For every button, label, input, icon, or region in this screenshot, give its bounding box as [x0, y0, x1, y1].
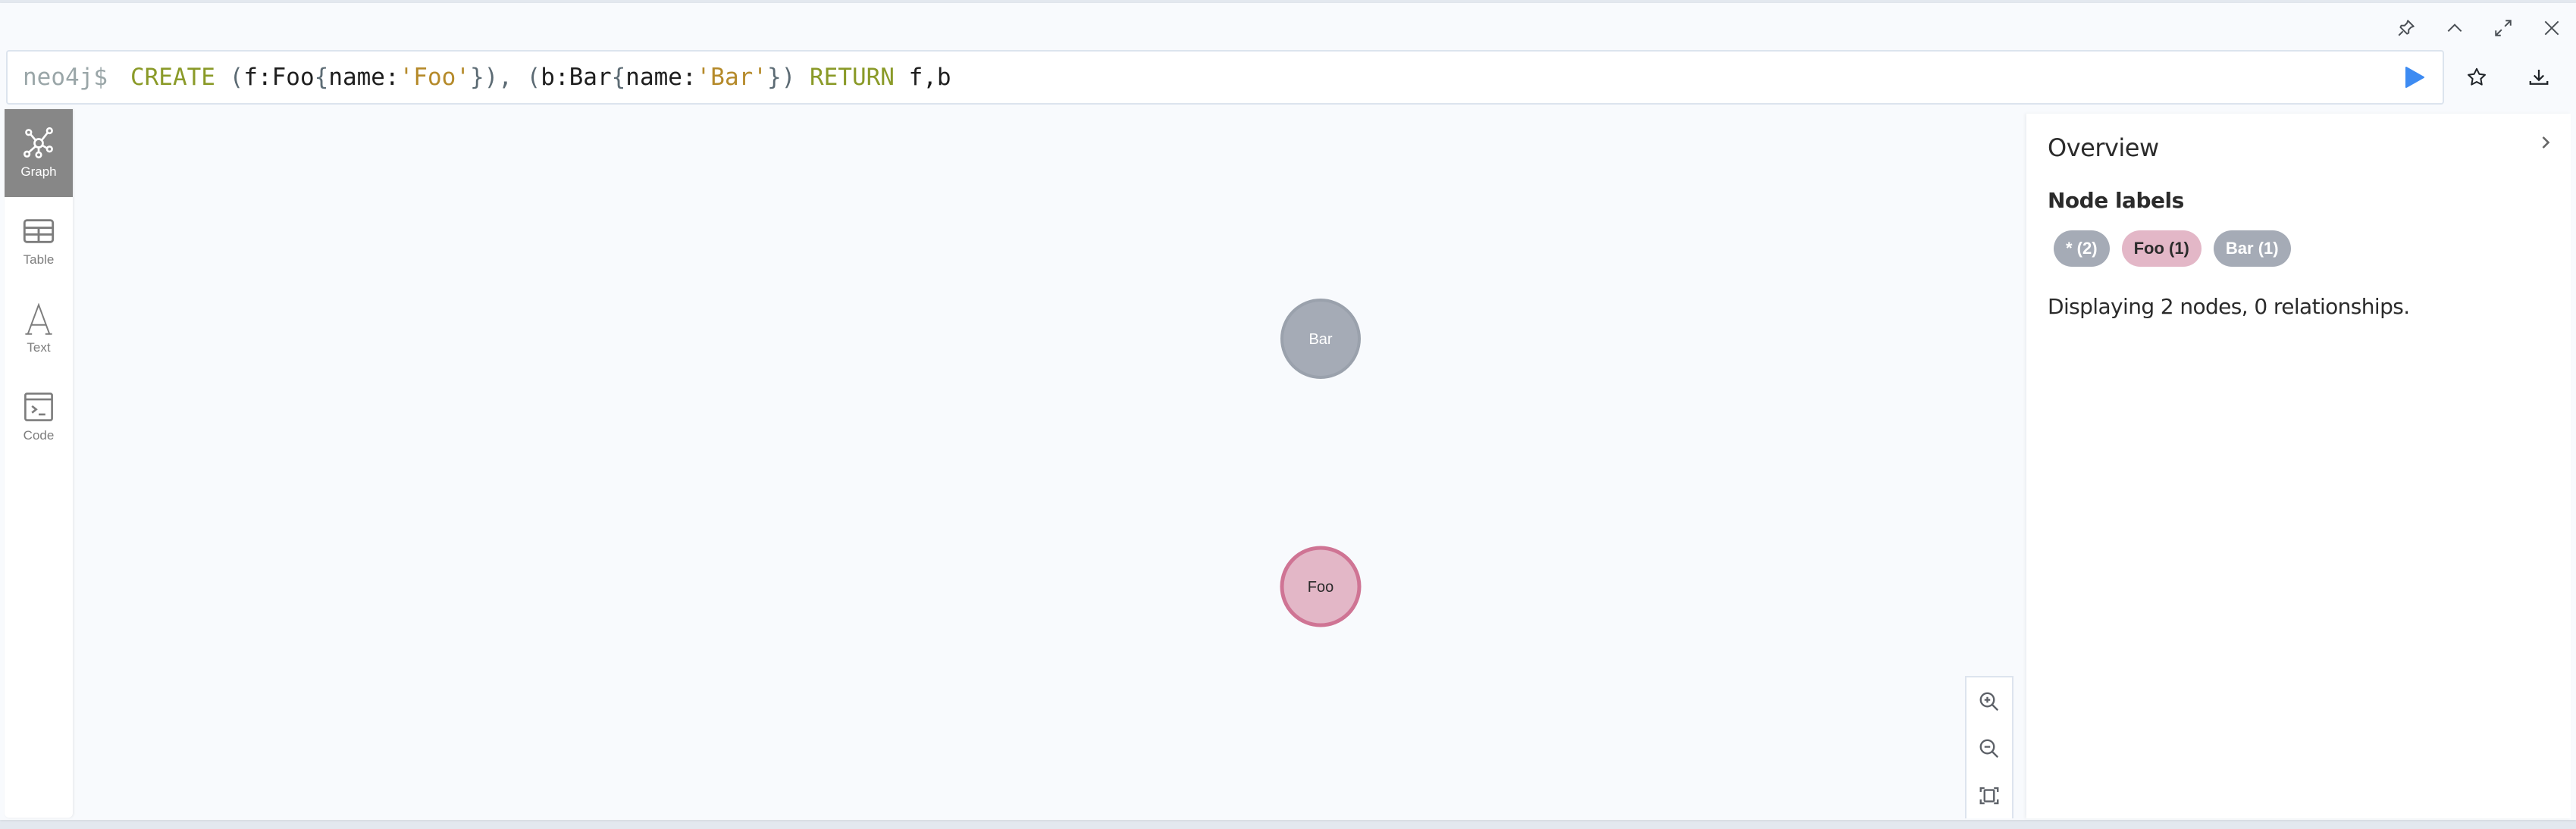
query-token: [215, 64, 230, 91]
node-label-pills: * (2) Foo (1) Bar (1): [2054, 230, 2291, 267]
close-button[interactable]: [2540, 16, 2564, 40]
query-token: f:Foo: [243, 64, 315, 91]
query-token: ,: [498, 64, 527, 91]
run-query-button[interactable]: [2400, 64, 2427, 91]
fit-screen-icon: [1979, 787, 1999, 805]
label-pill-bar[interactable]: Bar (1): [2213, 230, 2291, 267]
query-token: b:Bar: [541, 64, 612, 91]
graph-node-bar[interactable]: Bar: [1280, 299, 1361, 379]
query-token: f,b: [894, 64, 951, 91]
query-token: CREATE: [130, 64, 215, 91]
graph-icon: [23, 127, 53, 159]
graph-canvas[interactable]: Bar Foo: [73, 109, 2026, 821]
zoom-controls: [1965, 676, 2013, 818]
overview-title: Overview: [2048, 133, 2159, 162]
chevron-right-icon: [2542, 136, 2550, 149]
play-icon: [2405, 67, 2424, 88]
tab-code-label: Code: [23, 428, 55, 443]
collapse-panel-button[interactable]: [2534, 129, 2557, 156]
code-icon: [24, 393, 53, 421]
node-labels-heading: Node labels: [2048, 188, 2184, 213]
zoom-in-icon: [1979, 692, 1999, 712]
query-token: name:: [328, 64, 400, 91]
zoom-in-button[interactable]: [1966, 679, 2012, 724]
result-frame: neo4j$ CREATE (f:Foo{name:'Foo'}), (b:Ba…: [0, 3, 2576, 820]
tab-table[interactable]: Table: [5, 197, 73, 285]
expand-icon: [2495, 20, 2512, 36]
query-token: 'Bar': [696, 64, 767, 91]
query-token: }): [469, 64, 499, 91]
label-pill-all[interactable]: * (2): [2054, 230, 2110, 267]
pin-icon: [2398, 20, 2415, 36]
fit-to-screen-button[interactable]: [1966, 773, 2012, 818]
query-token: (: [229, 64, 244, 91]
node-label-bar: Bar: [1308, 331, 1332, 348]
query-token: 'Foo': [399, 64, 470, 91]
pin-button[interactable]: [2394, 16, 2418, 40]
tab-graph[interactable]: Graph: [5, 109, 73, 197]
text-icon: [25, 302, 52, 335]
tab-table-label: Table: [23, 252, 55, 267]
tab-code[interactable]: Code: [5, 373, 73, 461]
query-token: name:: [625, 64, 697, 91]
close-icon: [2544, 20, 2559, 36]
node-label-foo: Foo: [1308, 579, 1333, 596]
query-token: (: [526, 64, 541, 91]
star-icon: [2468, 67, 2486, 86]
tab-graph-label: Graph: [20, 164, 57, 179]
query-token: {: [314, 64, 329, 91]
query-token: {: [611, 64, 626, 91]
result-summary: Displaying 2 nodes, 0 relationships.: [2048, 294, 2410, 319]
favorite-button[interactable]: [2462, 62, 2492, 92]
label-pill-foo[interactable]: Foo (1): [2121, 230, 2202, 267]
graph-node-foo[interactable]: Foo: [1280, 546, 1362, 627]
chevron-up-icon: [2447, 23, 2462, 33]
tab-text-label: Text: [27, 340, 51, 355]
view-sidebar: Graph Table Text Code: [5, 109, 73, 818]
download-button[interactable]: [2524, 62, 2554, 92]
zoom-out-icon: [1979, 739, 1999, 759]
query-token: [795, 64, 810, 91]
query-editor[interactable]: neo4j$ CREATE (f:Foo{name:'Foo'}), (b:Ba…: [6, 50, 2444, 105]
query-token: RETURN: [809, 64, 895, 91]
collapse-button[interactable]: [2443, 16, 2467, 40]
zoom-out-button[interactable]: [1966, 726, 2012, 771]
table-icon: [23, 219, 55, 243]
editor-prompt: neo4j$: [23, 64, 108, 91]
query-text[interactable]: CREATE (f:Foo{name:'Foo'}), (b:Bar{name:…: [130, 64, 951, 91]
overview-panel: Overview Node labels * (2) Foo (1) Bar (…: [2026, 114, 2571, 818]
fullscreen-button[interactable]: [2491, 16, 2515, 40]
tab-text[interactable]: Text: [5, 285, 73, 373]
query-token: }): [766, 64, 796, 91]
download-icon: [2529, 70, 2549, 85]
